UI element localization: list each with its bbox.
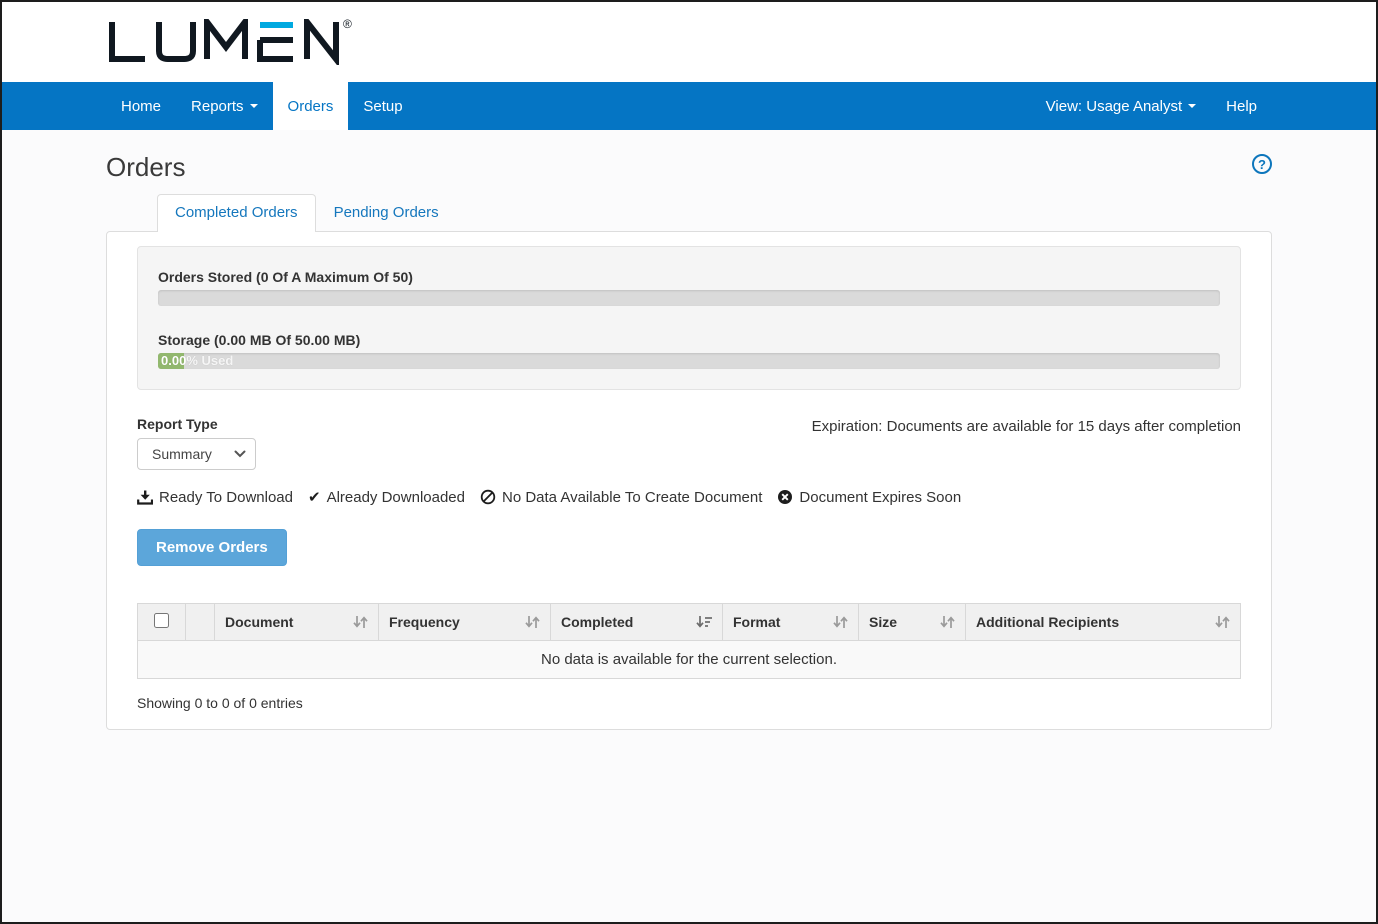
nav-item-help[interactable]: Help	[1211, 82, 1272, 130]
download-icon	[137, 490, 153, 505]
tab-completed-orders[interactable]: Completed Orders	[157, 194, 316, 232]
top-header-band: ®	[2, 2, 1376, 82]
sort-icon	[940, 615, 955, 629]
nav-orders-label: Orders	[288, 98, 334, 115]
column-label: Format	[733, 614, 780, 630]
orders-stored-label: Orders Stored (0 Of A Maximum Of 50)	[158, 269, 1220, 285]
storage-usage-well: Orders Stored (0 Of A Maximum Of 50) Sto…	[137, 246, 1241, 390]
status-icon-legend: Ready To Download ✔ Already Downloaded N…	[137, 488, 1241, 506]
column-label: Additional Recipients	[976, 614, 1119, 630]
column-header-completed[interactable]: Completed	[551, 604, 723, 641]
orders-stored-progressbar	[158, 290, 1220, 306]
completed-orders-table: Document Frequency Completed Format	[137, 603, 1241, 679]
column-header-document[interactable]: Document	[215, 604, 379, 641]
nav-item-orders[interactable]: Orders	[273, 82, 349, 130]
report-type-field: Report Type Summary	[137, 416, 256, 470]
status-icon-header-cell	[186, 604, 215, 641]
column-label: Frequency	[389, 614, 460, 630]
help-icon-glyph: ?	[1258, 157, 1266, 172]
nav-help-label: Help	[1226, 98, 1257, 115]
content-area: Orders ? Completed Orders Pending Orders…	[2, 130, 1376, 922]
page-title: Orders	[106, 152, 185, 183]
nav-right-group: View: Usage Analyst Help	[1031, 82, 1272, 130]
nav-home-label: Home	[121, 98, 161, 115]
report-type-row: Report Type Summary Expiration: Document…	[137, 416, 1241, 470]
select-all-checkbox[interactable]	[154, 613, 169, 628]
legend-label: Document Expires Soon	[799, 489, 961, 506]
column-header-size[interactable]: Size	[859, 604, 966, 641]
column-label: Completed	[561, 614, 633, 630]
sort-icon	[833, 615, 848, 629]
select-all-header-cell	[138, 604, 186, 641]
remove-orders-button[interactable]: Remove Orders	[137, 529, 287, 566]
nav-item-view-selector[interactable]: View: Usage Analyst	[1031, 82, 1211, 130]
legend-no-data-available: No Data Available To Create Document	[480, 489, 762, 506]
table-footer-summary: Showing 0 to 0 of 0 entries	[137, 695, 1241, 711]
sort-desc-icon	[696, 615, 712, 629]
legend-document-expires-soon: Document Expires Soon	[777, 489, 961, 506]
nav-item-home[interactable]: Home	[106, 82, 176, 130]
report-type-selected-value: Summary	[152, 446, 212, 462]
check-icon: ✔	[308, 488, 321, 506]
legend-label: Already Downloaded	[327, 489, 465, 506]
storage-used-suffix: % Used	[186, 353, 233, 368]
page-header: Orders ?	[106, 148, 1272, 186]
table-header-row: Document Frequency Completed Format	[138, 604, 1241, 641]
legend-label: Ready To Download	[159, 489, 293, 506]
lumen-logo[interactable]: ®	[105, 19, 352, 65]
legend-ready-to-download: Ready To Download	[137, 489, 293, 506]
view-selector-label: View: Usage Analyst	[1046, 98, 1182, 115]
column-header-frequency[interactable]: Frequency	[379, 604, 551, 641]
legend-already-downloaded: ✔ Already Downloaded	[308, 488, 465, 506]
logo-trademark: ®	[343, 17, 352, 31]
sort-icon	[353, 615, 368, 629]
table-empty-row: No data is available for the current sel…	[138, 641, 1241, 679]
sort-icon	[525, 615, 540, 629]
nav-item-reports[interactable]: Reports	[176, 82, 273, 130]
column-header-format[interactable]: Format	[723, 604, 859, 641]
completed-orders-panel: Orders Stored (0 Of A Maximum Of 50) Sto…	[106, 231, 1272, 730]
nav-setup-label: Setup	[363, 98, 402, 115]
sort-icon	[1215, 615, 1230, 629]
chevron-down-icon	[1188, 104, 1196, 108]
report-type-select[interactable]: Summary	[137, 438, 256, 470]
lumen-logo-icon	[105, 19, 341, 65]
storage-progressbar: 0.00% Used	[158, 353, 1220, 369]
tab-pending-orders[interactable]: Pending Orders	[316, 194, 457, 231]
times-circle-icon	[777, 489, 793, 505]
column-label: Document	[225, 614, 293, 630]
chevron-down-icon	[250, 104, 258, 108]
expiration-note: Expiration: Documents are available for …	[812, 416, 1241, 435]
table-empty-message: No data is available for the current sel…	[138, 641, 1241, 679]
help-icon[interactable]: ?	[1252, 154, 1272, 174]
nav-item-setup[interactable]: Setup	[348, 82, 417, 130]
chevron-down-icon	[234, 450, 246, 458]
orders-tabs: Completed Orders Pending Orders	[157, 194, 1272, 231]
report-type-label: Report Type	[137, 416, 256, 432]
main-nav: Home Reports Orders Setup View: Usage An…	[2, 82, 1376, 130]
column-header-additional-recipients[interactable]: Additional Recipients	[966, 604, 1241, 641]
ban-icon	[480, 489, 496, 505]
app-window: ® Home Reports Orders Setup View: Usage …	[0, 0, 1378, 924]
nav-reports-label: Reports	[191, 98, 244, 115]
storage-used-value: 0.00	[161, 353, 186, 368]
legend-label: No Data Available To Create Document	[502, 489, 762, 506]
column-label: Size	[869, 614, 897, 630]
storage-progress-text: 0.00% Used	[161, 353, 233, 369]
nav-left-group: Home Reports Orders Setup	[106, 82, 418, 130]
storage-label: Storage (0.00 MB Of 50.00 MB)	[158, 332, 1220, 348]
